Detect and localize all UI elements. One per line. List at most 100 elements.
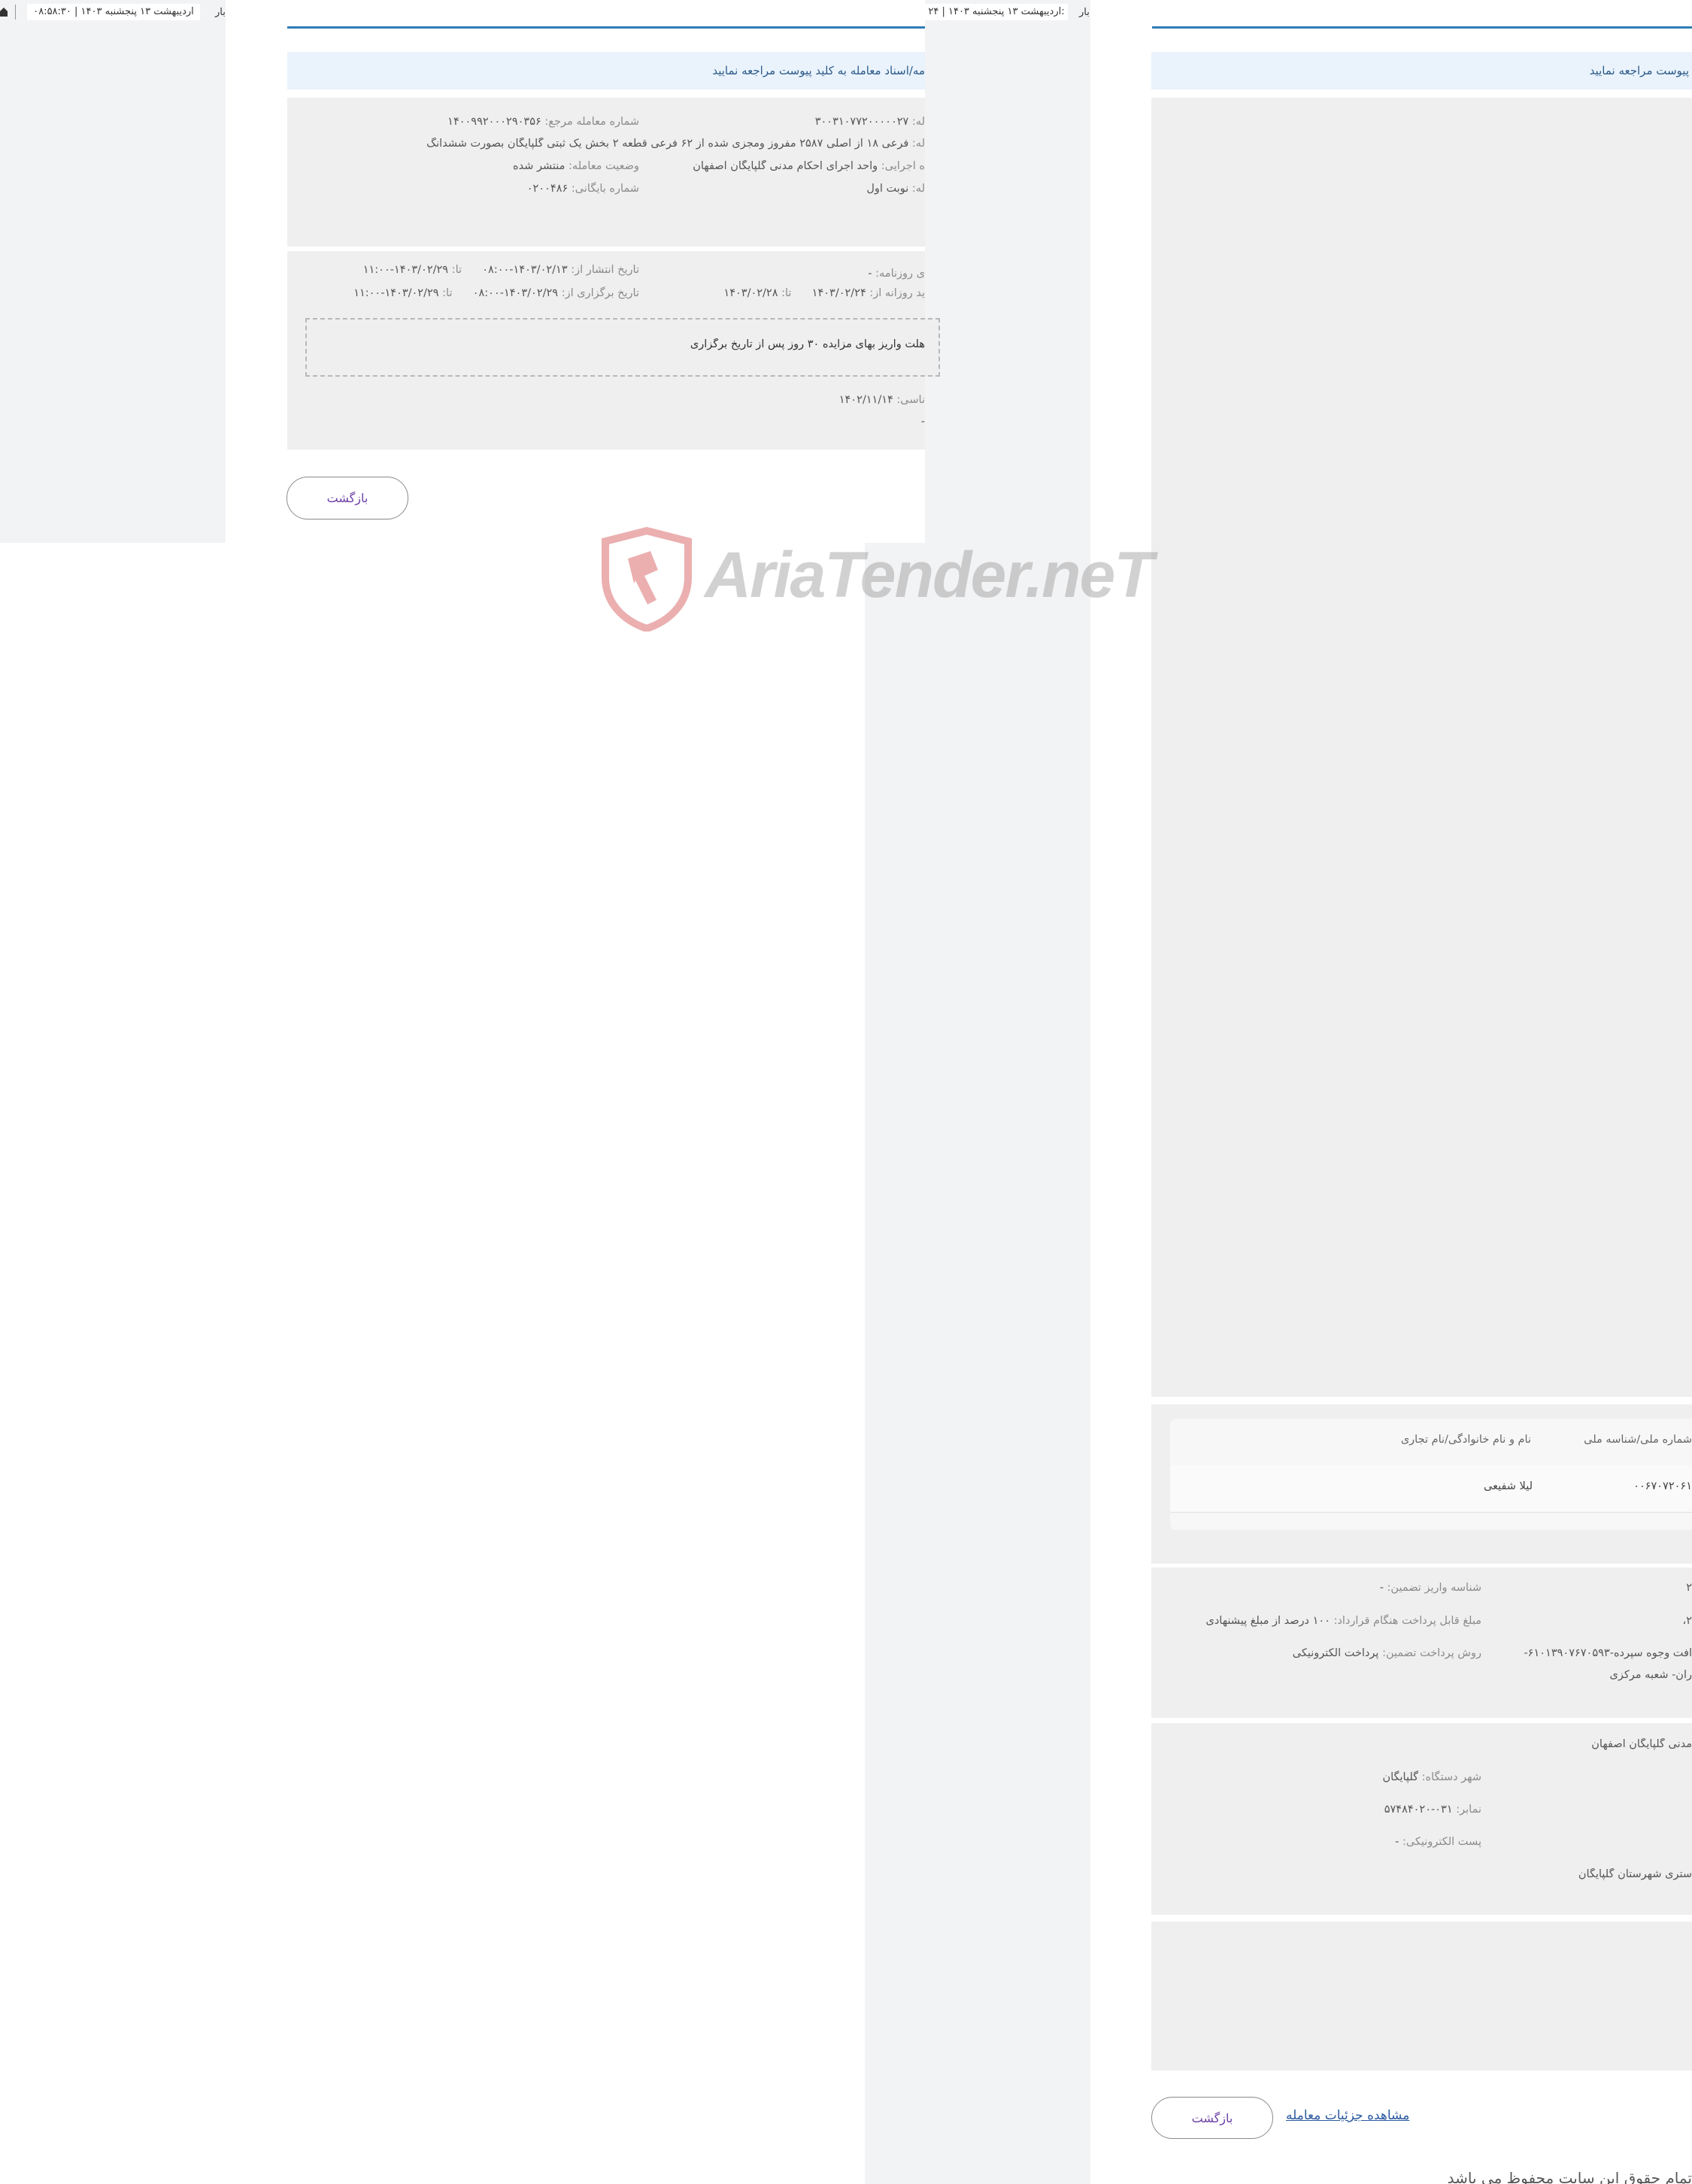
exec-value: واحد اجرای احکام مدنی گلپایگان اصفهان — [693, 160, 878, 172]
status-label: وضعیت معامله: — [569, 160, 639, 172]
right-empty-panel — [1151, 1922, 1692, 2070]
winner-id: ۰۰۶۷۰۷۲۰۶۱ — [1633, 1480, 1692, 1492]
field-exec: ه اجرایی: واحد اجرای احکام مدنی گلپایگان… — [677, 160, 925, 172]
org-name-text: مدنی گلپایگان اصفهان — [1591, 1738, 1692, 1750]
city-label: شهر دستگاه: — [1421, 1771, 1481, 1783]
guarantee-frag1: ۲ — [1654, 1582, 1692, 1594]
field-publish-dates: تاریخ انتشار از: ۱۴۰۳/۰۲/۱۳-۰۸:۰۰ تا: ۱۴… — [331, 264, 639, 276]
visit-to-label: تا: — [781, 287, 792, 299]
field-hold-dates: تاریخ برگزاری از: ۱۴۰۳/۰۲/۲۹-۰۸:۰۰ تا: ۱… — [331, 287, 639, 299]
payable-label: مبلغ قابل پرداخت هنگام قرارداد: — [1333, 1615, 1481, 1627]
guarantee-frag3: افت وجوه سپرده-۶۱۰۱۳۹۰۷۶۷۰۵۹۳- — [1512, 1647, 1692, 1659]
middle-back-button[interactable]: بازگشت — [287, 477, 408, 519]
ref-number-value: ۱۴۰۰۹۹۲۰۰۰۲۹۰۳۵۶ — [447, 116, 541, 128]
right-header-line — [1152, 26, 1692, 29]
archive-value: ۰۲۰۰۴۸۶ — [526, 183, 569, 195]
court-frag: ستری شهرستان گلپایگان — [1527, 1868, 1692, 1880]
middle-header-line — [287, 26, 925, 29]
hold-from: ۱۴۰۳/۰۲/۲۹-۰۸:۰۰ — [472, 287, 559, 299]
field-method: روش پرداخت تضمین: پرداخت الکترونیکی — [1203, 1647, 1481, 1659]
publish-from: ۱۴۰۳/۰۲/۱۳-۰۸:۰۰ — [482, 264, 568, 276]
org-name-frag: مدنی گلپایگان اصفهان — [1542, 1738, 1692, 1750]
right-info-text: پیوست مراجعه نمایید — [1589, 64, 1689, 77]
dash-value: - — [920, 416, 925, 428]
table-header-col2: شماره ملی/شناسه ملی — [1561, 1434, 1692, 1446]
field-dash: - — [865, 416, 925, 428]
hold-to: ۱۴۰۳/۰۲/۲۹-۱۱:۰۰ — [353, 287, 439, 299]
exec-label: ه اجرایی: — [881, 160, 925, 172]
hold-to-label: تا: — [442, 287, 453, 299]
field-archive: شماره بایگانی: ۰۲۰۰۴۸۶ — [451, 183, 639, 195]
left-date-box: اردیبهشت ۱۳ پنجشنبه ۱۴۰۳ | ۰۸:۵۸:۳۰ — [27, 4, 200, 20]
deposit-value: - — [1379, 1582, 1384, 1594]
table-col2-label: شماره ملی/شناسه ملی — [1584, 1434, 1692, 1446]
id-label: ناسی: — [896, 394, 925, 406]
field-deposit-id: شناسه واریز تضمین: - — [1203, 1582, 1481, 1594]
field-newspaper: ی روزنامه: - — [827, 268, 925, 280]
field-email: پست الکترونیکی: - — [1278, 1836, 1481, 1848]
middle-edge-text: بار — [1079, 7, 1090, 18]
payable-value: ۱۰۰ درصد از مبلغ پیشنهادی — [1205, 1615, 1330, 1627]
watermark: AriaTender.neT — [598, 525, 1154, 635]
guarantee-frag1-text: ۲ — [1686, 1582, 1692, 1594]
winner-name: لیلا شفیعی — [1484, 1480, 1533, 1492]
field-number: له: ۳۰۰۳۱۰۷۷۲۰۰۰۰۰۲۷ — [752, 116, 925, 128]
footer-copyright: تمام حقوق این سایت محفوظ می باشد — [1414, 2169, 1692, 2184]
title-value: فرعی ۱۸ از اصلی ۲۵۸۷ مفروز ومجزی شده از … — [426, 138, 909, 150]
newspaper-label: ی روزنامه: — [875, 268, 925, 280]
guarantee-frag3-text: افت وجوه سپرده-۶۱۰۱۳۹۰۷۶۷۰۵۹۳- — [1524, 1647, 1692, 1659]
status-value: منتشر شده — [513, 160, 566, 172]
middle-topbar: اردیبهشت ۱۳ پنجشنبه ۱۴۰۳ | ۲۴: بار — [925, 0, 1090, 24]
deposit-label: شناسه واریز تضمین: — [1387, 1582, 1481, 1594]
middle-info-bar: مه/اسناد معامله به کلید پیوست مراجعه نما… — [287, 52, 925, 89]
field-round: له: نوبت اول — [790, 183, 925, 195]
right-back-button[interactable]: بازگشت — [1151, 2097, 1273, 2139]
field-city: شهر دستگاه: گلپایگان — [1278, 1771, 1481, 1783]
guarantee-frag2-text: ۲، — [1682, 1615, 1692, 1627]
view-details-link[interactable]: مشاهده جزئیات معامله — [1286, 2108, 1409, 2123]
ref-number-label: شماره معامله مرجع: — [544, 116, 639, 128]
method-value: پرداخت الکترونیکی — [1292, 1647, 1379, 1659]
field-status: وضعیت معامله: منتشر شده — [451, 160, 639, 172]
visit-label: ید روزانه از: — [869, 287, 925, 299]
home-icon[interactable] — [0, 6, 8, 17]
court-text: ستری شهرستان گلپایگان — [1578, 1868, 1692, 1880]
watermark-text: AriaTender.neT — [705, 539, 1154, 611]
right-attachments-panel — [1151, 98, 1692, 1397]
hold-label: تاریخ برگزاری از: — [561, 287, 639, 299]
number-value: ۳۰۰۳۱۰۷۷۲۰۰۰۰۰۲۷ — [814, 116, 909, 128]
title-label: له: — [911, 138, 925, 150]
publish-to-label: تا: — [451, 264, 462, 276]
right-window-gutter — [1072, 0, 1090, 2165]
table-col1-label: نام و نام خانوادگی/نام تجاری — [1400, 1434, 1531, 1446]
fax-value: ۰۳۱-۵۷۴۸۴۰۲۰ — [1384, 1804, 1453, 1816]
footer-text: تمام حقوق این سایت محفوظ می باشد — [1447, 2169, 1692, 2184]
right-org-panel — [1151, 1723, 1692, 1915]
city-value: گلپایگان — [1382, 1771, 1419, 1783]
left-topbar-divider — [15, 5, 16, 20]
field-payable: مبلغ قابل پرداخت هنگام قرارداد: ۱۰۰ درصد… — [1173, 1615, 1481, 1627]
winners-table: نام و نام خانوادگی/نام تجاری شماره ملی/ش… — [1170, 1419, 1692, 1530]
id-value: ۱۴۰۲/۱۱/۱۴ — [838, 394, 893, 406]
fax-label: نمابر: — [1456, 1804, 1481, 1816]
publish-to: ۱۴۰۳/۰۲/۲۹-۱۱:۰۰ — [362, 264, 449, 276]
email-value: - — [1395, 1836, 1399, 1848]
field-ref-number: شماره معامله مرجع: ۱۴۰۰۹۹۲۰۰۰۲۹۰۳۵۶ — [406, 116, 639, 128]
visit-from: ۱۴۰۳/۰۲/۲۴ — [811, 287, 866, 299]
right-info-bar: پیوست مراجعه نمایید — [1151, 52, 1692, 89]
middle-info-text: مه/اسناد معامله به کلید پیوست مراجعه نما… — [712, 64, 925, 77]
right-back-label: بازگشت — [1191, 2110, 1233, 2125]
method-label: روش پرداخت تضمین: — [1382, 1647, 1481, 1659]
left-edge-text: بار — [215, 7, 226, 18]
field-title: له: فرعی ۱۸ از اصلی ۲۵۸۷ مفروز ومجزی شده… — [406, 138, 925, 150]
table-header-col1: نام و نام خانوادگی/نام تجاری — [1321, 1434, 1531, 1446]
payment-note: هلت واریز بهای مزایده ۳۰ روز پس از تاریخ… — [526, 338, 925, 350]
middle-date-text: اردیبهشت ۱۳ پنجشنبه ۱۴۰۳ | ۲۴: — [928, 6, 1065, 17]
middle-back-label: بازگشت — [326, 491, 368, 505]
publish-label: تاریخ انتشار از: — [571, 264, 639, 276]
left-topbar: اردیبهشت ۱۳ پنجشنبه ۱۴۰۳ | ۰۸:۵۸:۳۰ بار — [0, 0, 226, 24]
round-label: له: — [911, 183, 925, 195]
field-fax: نمابر: ۰۳۱-۵۷۴۸۴۰۲۰ — [1278, 1804, 1481, 1816]
left-window-body — [0, 0, 226, 543]
middle-date-box: اردیبهشت ۱۳ پنجشنبه ۱۴۰۳ | ۲۴: — [925, 4, 1068, 20]
